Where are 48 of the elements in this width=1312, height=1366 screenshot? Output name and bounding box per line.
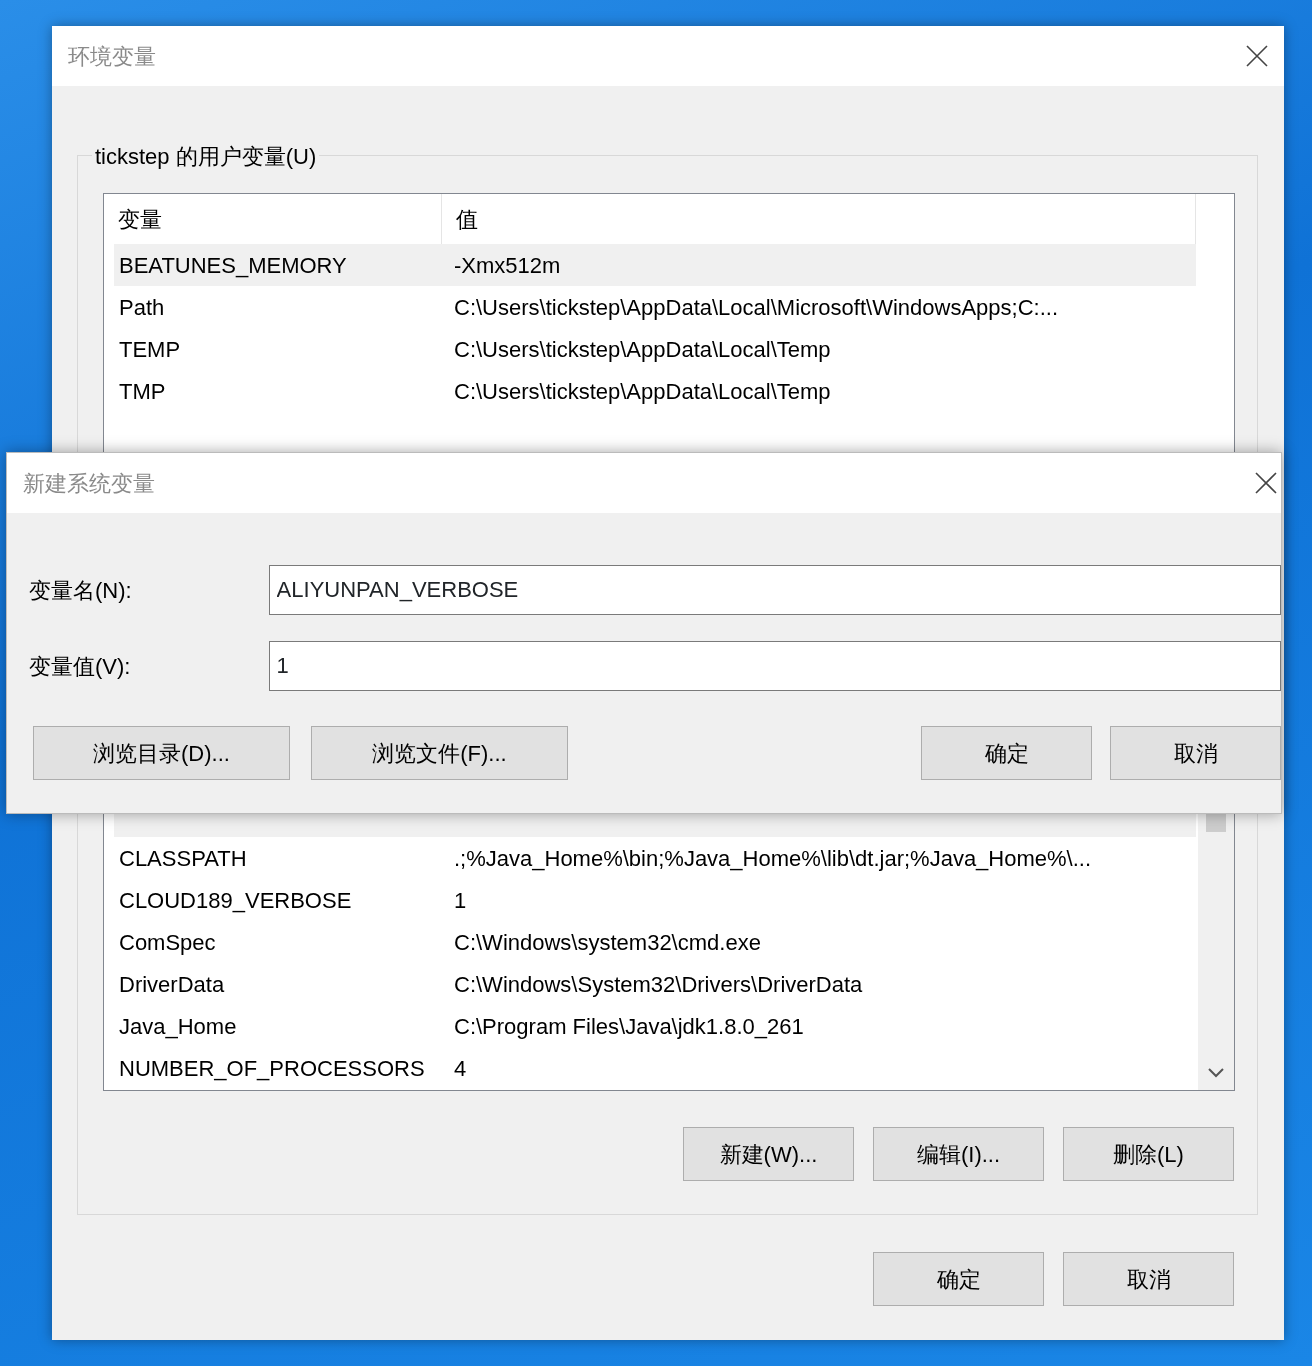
dialog-button[interactable]: 新建(W)... (683, 1127, 854, 1181)
dialog-button[interactable]: 确定 (921, 726, 1092, 780)
variable-value: 1 (453, 886, 467, 915)
list-row[interactable]: CLASSPATH .;%Java_Home%\bin;%Java_Home%\lib\dt.jar;%Java_Home%\... (114, 837, 1196, 879)
input-field[interactable]: 1 (268, 641, 1281, 691)
variable-value: .;%Java_Home%\bin;%Java_Home%\lib\dt.jar;%Java_Home%\... (453, 844, 1092, 873)
dialog-button[interactable]: 取消 (1110, 726, 1281, 780)
variable-value: -Xmx512m (453, 251, 561, 280)
list-row[interactable]: CLOUD189_VERBOSE 1 (114, 879, 1196, 921)
list-row[interactable]: DriverData C:\Windows\System32\Drivers\DriverData (114, 963, 1196, 1005)
variable-value: C:\Users\tickstep\AppData\Local\Temp (453, 377, 831, 406)
variable-value: C:\Users\tickstep\AppData\Local\Microsoft\WindowsApps;C:... (453, 293, 1058, 322)
variable-value: C:\Windows\System32\Drivers\DriverData (453, 970, 863, 999)
close-icon[interactable] (1246, 45, 1268, 67)
list-row[interactable]: NUMBER_OF_PROCESSORS 4 (114, 1047, 1196, 1089)
list-row[interactable]: BEATUNES_MEMORY -Xmx512m (114, 244, 1196, 286)
dialog-button[interactable]: 确定 (873, 1252, 1044, 1306)
scroll-down-icon[interactable] (1208, 1068, 1224, 1078)
variable-value: C:\Program Files\Java\jdk1.8.0_261 (453, 1012, 804, 1041)
variable-name: BEATUNES_MEMORY (118, 251, 348, 280)
list-row[interactable]: Path C:\Users\tickstep\AppData\Local\Microsoft\WindowsApps;C:... (114, 286, 1196, 328)
dialog-button[interactable]: 浏览目录(D)... (33, 726, 290, 780)
input-field[interactable]: ALIYUNPAN_VERBOSE (268, 565, 1281, 615)
variable-value: C:\Windows\system32\cmd.exe (453, 928, 761, 957)
list-row[interactable]: TEMP C:\Users\tickstep\AppData\Local\Temp (114, 328, 1196, 370)
field-label: 变量名(N): (28, 576, 133, 605)
variable-name: Java_Home (118, 1012, 238, 1041)
variable-name: TEMP (118, 335, 182, 364)
window-title: 环境变量 (68, 42, 156, 71)
close-icon[interactable] (1255, 472, 1277, 494)
variable-name: CLOUD189_VERBOSE (118, 886, 353, 915)
variable-name: DriverData (118, 970, 226, 999)
list-row[interactable]: Java_Home C:\Program Files\Java\jdk1.8.0_261 (114, 1005, 1196, 1047)
variable-name: CLASSPATH (118, 844, 248, 873)
variable-name: ComSpec (118, 928, 217, 957)
list-row[interactable]: TMP C:\Users\tickstep\AppData\Local\Temp (114, 370, 1196, 412)
dialog-button[interactable]: 编辑(I)... (873, 1127, 1044, 1181)
dialog-button[interactable]: 删除(L) (1063, 1127, 1234, 1181)
dialog-button[interactable]: 取消 (1063, 1252, 1234, 1306)
variable-value: C:\Users\tickstep\AppData\Local\Temp (453, 335, 831, 364)
field-label: 变量值(V): (28, 652, 132, 681)
variable-value: 4 (453, 1054, 467, 1083)
variable-name: TMP (118, 377, 167, 406)
list-row[interactable]: ComSpec C:\Windows\system32\cmd.exe (114, 921, 1196, 963)
variable-name: NUMBER_OF_PROCESSORS (118, 1054, 426, 1083)
dialog-title: 新建系统变量 (23, 469, 155, 498)
dialog-button[interactable]: 浏览文件(F)... (311, 726, 568, 780)
variable-name: Path (118, 293, 166, 322)
